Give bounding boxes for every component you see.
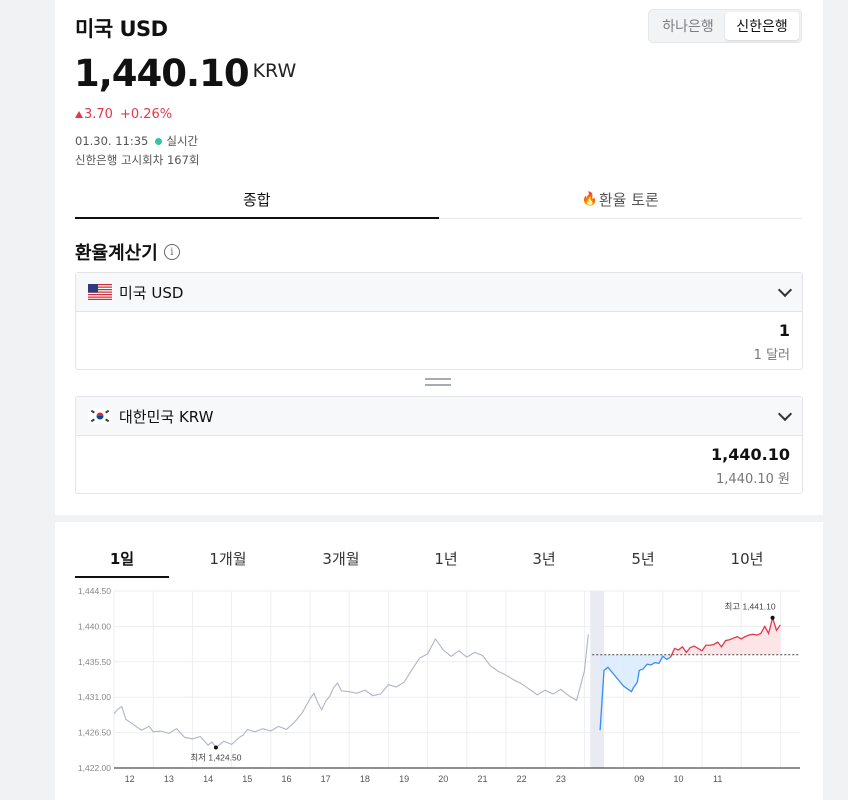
y-tick-label: 1,431.00: [78, 692, 111, 702]
timestamp: 01.30. 11:35: [75, 134, 149, 148]
bank-button-hana[interactable]: 하나은행: [651, 12, 725, 40]
chart-card: 1일 1개월 3개월 1년 3년 5년 10년 1,444.50 1,440.00…: [55, 522, 823, 800]
page-title: 미국 USD: [75, 17, 168, 41]
notice-text: 신한은행 고시회차 167회: [75, 153, 200, 167]
rate-value: 1,440.10: [74, 52, 250, 95]
chevron-down-icon: [777, 282, 793, 298]
x-tick-label: 19: [399, 774, 409, 784]
high-label: 최고 1,441.10: [724, 602, 775, 612]
period-tab-3y[interactable]: 3년: [497, 548, 591, 578]
chevron-down-icon: [777, 406, 793, 422]
x-tick-label: 21: [477, 774, 487, 784]
tab-discussion-label: 환율 토론: [598, 191, 659, 209]
from-amount-words: 1 달러: [753, 348, 790, 363]
up-triangle-icon: [75, 111, 83, 118]
y-tick-label: 1,435.50: [78, 657, 111, 667]
history-series-line: [113, 634, 589, 749]
calculator-title: 환율계산기 i: [75, 239, 180, 265]
rate-change: 3.70 +0.26%: [75, 107, 172, 122]
bank-toggle: 하나은행 신한은행: [648, 9, 802, 43]
from-currency-box: 미국 USD 1 1 달러: [75, 272, 803, 370]
period-tab-1d[interactable]: 1일: [75, 548, 169, 578]
calculator-title-text: 환율계산기: [75, 243, 158, 264]
tab-summary[interactable]: 종합: [75, 181, 439, 219]
x-tick-label: 13: [164, 774, 174, 784]
to-currency-label: 대한민국 KRW: [119, 407, 214, 426]
from-currency-select[interactable]: 미국 USD: [76, 273, 802, 312]
x-tick-label: 22: [517, 774, 527, 784]
x-tick-label: 17: [321, 774, 331, 784]
x-tick-label: 15: [242, 774, 252, 784]
realtime-dot-icon: [155, 137, 163, 145]
x-tick-label: 12: [125, 774, 135, 784]
to-amount-input[interactable]: 1,440.10: [711, 445, 790, 464]
us-flag-icon: [88, 284, 112, 300]
x-tick-label: 16: [281, 774, 291, 784]
x-tick-label: 23: [556, 774, 566, 784]
low-label: 최저 1,424.50: [190, 753, 241, 763]
rate-chart[interactable]: 1,444.50 1,440.00 1,435.50 1,431.00 1,426.50…: [55, 580, 823, 800]
y-tick-label: 1,440.00: [78, 621, 111, 631]
change-percent: +0.26%: [119, 107, 173, 122]
y-tick-label: 1,444.50: [78, 586, 111, 596]
to-currency-box: 대한민국 KRW 1,440.10 1,440.10 원: [75, 396, 803, 494]
period-tab-1y[interactable]: 1년: [395, 548, 497, 578]
to-currency-select[interactable]: 대한민국 KRW: [76, 397, 802, 436]
y-tick-label: 1,426.50: [78, 728, 111, 738]
realtime-label: 실시간: [166, 134, 199, 148]
from-amount-input[interactable]: 1: [779, 321, 790, 340]
info-icon[interactable]: i: [163, 244, 180, 260]
currency-summary-card: 미국 USD 하나은행 신한은행 1,440.10 KRW 3.70 +0.26…: [55, 0, 823, 515]
period-tabs: 1일 1개월 3개월 1년 3년 5년 10년: [75, 548, 803, 578]
bank-button-shinhan[interactable]: 신한은행: [725, 12, 799, 40]
change-value: 3.70: [84, 107, 113, 122]
from-currency-label: 미국 USD: [119, 283, 184, 302]
x-tick-label: 18: [360, 774, 370, 784]
x-tick-label: 09: [634, 774, 644, 784]
period-tab-10y[interactable]: 10년: [695, 548, 799, 578]
period-tab-1m[interactable]: 1개월: [169, 548, 287, 578]
kr-flag-icon: [88, 408, 112, 424]
period-tab-5y[interactable]: 5년: [591, 548, 695, 578]
below-reference-fill: [600, 654, 671, 731]
high-point-marker: [770, 615, 775, 620]
x-tick-label: 11: [713, 774, 722, 784]
x-tick-label: 10: [673, 774, 683, 784]
rate-unit: KRW: [252, 60, 297, 82]
fire-icon: 🔥: [581, 192, 598, 207]
low-point-marker: [213, 745, 218, 750]
tab-discussion[interactable]: 🔥 환율 토론: [439, 181, 803, 218]
rate-display: 1,440.10 KRW: [74, 52, 296, 96]
y-tick-label: 1,422.00: [78, 763, 111, 773]
tab-summary-label: 종합: [242, 190, 271, 209]
period-tab-3m[interactable]: 3개월: [287, 548, 395, 578]
x-tick-label: 20: [438, 774, 448, 784]
x-tick-label: 14: [203, 774, 213, 784]
swap-handle-icon[interactable]: [425, 378, 451, 388]
timestamp-row: 01.30. 11:35 실시간: [75, 133, 198, 149]
to-amount-words: 1,440.10 원: [716, 472, 790, 487]
main-tabs: 종합 🔥 환율 토론: [75, 181, 802, 219]
